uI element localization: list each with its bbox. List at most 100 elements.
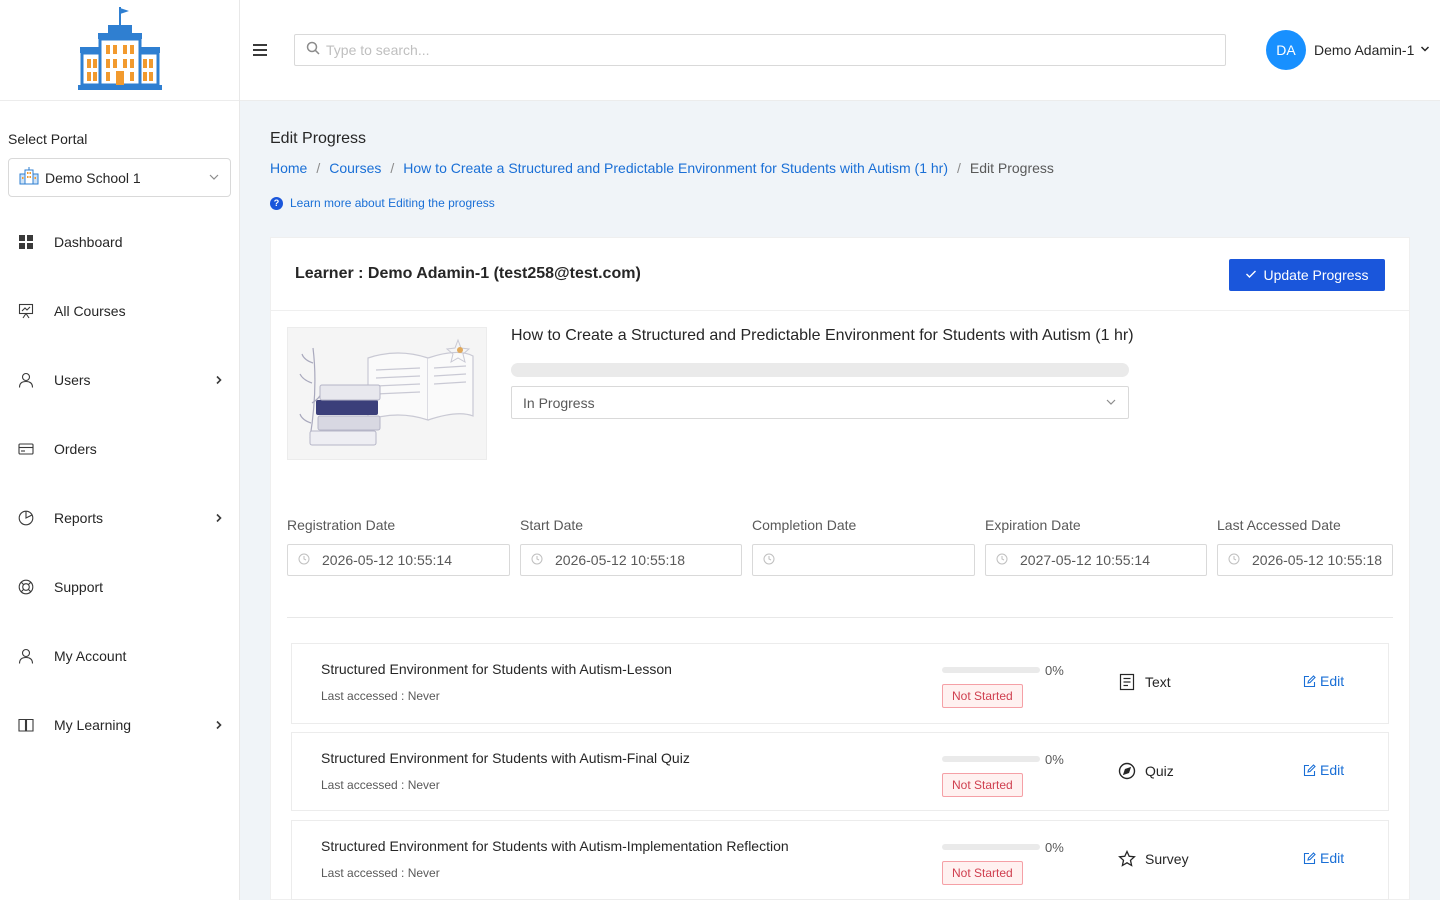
compass-icon [1118, 762, 1136, 780]
sidebar-item-users[interactable]: Users [0, 345, 240, 414]
item-progress-bar [942, 756, 1040, 762]
registration-date-input[interactable]: 2026-05-12 10:55:14 [287, 544, 510, 576]
avatar[interactable]: DA [1266, 30, 1306, 70]
question-circle-icon: ? [270, 196, 283, 210]
course-title: How to Create a Structured and Predictab… [511, 327, 1134, 344]
clock-icon [996, 552, 1008, 568]
user-menu[interactable]: DA Demo Adamin-1 [1266, 30, 1430, 70]
item-title: Structured Environment for Students with… [321, 750, 690, 766]
status-badge: Not Started [942, 773, 1023, 797]
pie-chart-icon [18, 510, 34, 526]
edit-icon [1303, 674, 1316, 688]
portal-label: Select Portal [8, 131, 88, 147]
sidebar-item-reports[interactable]: Reports [0, 483, 240, 552]
item-title: Structured Environment for Students with… [321, 661, 672, 677]
sidebar-item-support[interactable]: Support [0, 552, 240, 621]
portal-select[interactable]: Demo School 1 [8, 158, 231, 197]
school-icon [19, 167, 39, 188]
expiration-date-input[interactable]: 2027-05-12 10:55:14 [985, 544, 1207, 576]
divider [287, 617, 1393, 618]
chevron-down-icon [1105, 395, 1117, 411]
learn-more-link[interactable]: ? Learn more about Editing the progress [270, 196, 495, 210]
search-icon [306, 41, 320, 60]
chevron-right-icon [214, 717, 224, 733]
sidebar-item-my-account[interactable]: My Account [0, 621, 240, 690]
course-item-row: Structured Environment for Students with… [291, 732, 1389, 811]
item-type-label: Survey [1145, 851, 1189, 867]
edit-label[interactable]: Edit [1320, 850, 1344, 866]
presentation-icon [18, 303, 34, 319]
sidebar: Select Portal Demo School 1 Dashboard Al… [0, 0, 240, 900]
breadcrumb-separator: / [316, 160, 321, 176]
item-type-label: Text [1145, 674, 1171, 690]
update-progress-label: Update Progress [1263, 267, 1369, 283]
update-progress-button[interactable]: Update Progress [1229, 259, 1385, 291]
credit-card-icon [18, 441, 34, 457]
item-type-label: Quiz [1145, 763, 1174, 779]
chevron-down-icon [208, 170, 220, 186]
last-accessed-date-input[interactable]: 2026-05-12 10:55:18 [1217, 544, 1393, 576]
lifebuoy-icon [18, 579, 34, 595]
item-type: Quiz [1118, 762, 1174, 780]
item-type: Text [1118, 673, 1171, 691]
chevron-down-icon[interactable] [1420, 41, 1430, 59]
chevron-right-icon [214, 372, 224, 388]
clock-icon [298, 552, 310, 568]
page-title: Edit Progress [270, 130, 367, 147]
clock-icon [1228, 552, 1240, 568]
sidebar-item-label: My Learning [54, 716, 132, 733]
date-value: 2026-05-12 10:55:18 [1252, 552, 1382, 568]
school-building-icon[interactable] [76, 5, 164, 96]
date-label: Start Date [520, 517, 584, 533]
star-icon [1118, 850, 1136, 868]
sidebar-nav: Dashboard All Courses Users Orders Repor… [0, 207, 240, 759]
item-type: Survey [1118, 850, 1189, 868]
sidebar-item-dashboard[interactable]: Dashboard [0, 207, 240, 276]
date-value: 2026-05-12 10:55:14 [322, 552, 452, 568]
date-label: Registration Date [287, 517, 396, 533]
edit-button[interactable]: Edit [1303, 673, 1344, 689]
document-icon [1118, 673, 1136, 691]
dashboard-grid-icon [18, 234, 34, 250]
book-icon [18, 717, 34, 733]
sidebar-item-label: All Courses [54, 302, 126, 319]
breadcrumb-home-link[interactable]: Home [270, 160, 307, 176]
breadcrumb-courses-link[interactable]: Courses [329, 160, 381, 176]
course-thumbnail [287, 327, 487, 460]
item-last-accessed: Last accessed : Never [321, 778, 440, 792]
edit-button[interactable]: Edit [1303, 850, 1344, 866]
chevron-right-icon [214, 510, 224, 526]
search-input[interactable] [326, 42, 1206, 58]
item-progress-percent: 0% [1045, 752, 1064, 767]
date-label: Last Accessed Date [1217, 517, 1341, 533]
search-box[interactable] [294, 34, 1226, 66]
start-date-input[interactable]: 2026-05-12 10:55:18 [520, 544, 742, 576]
edit-icon [1303, 763, 1316, 777]
learn-more-text[interactable]: Learn more about Editing the progress [290, 196, 495, 210]
course-item-row: Structured Environment for Students with… [291, 820, 1389, 900]
course-status-select[interactable]: In Progress [511, 386, 1129, 419]
sidebar-item-my-learning[interactable]: My Learning [0, 690, 240, 759]
item-last-accessed: Last accessed : Never [321, 866, 440, 880]
item-progress-bar [942, 844, 1040, 850]
breadcrumb-course-link[interactable]: How to Create a Structured and Predictab… [403, 160, 948, 176]
edit-button[interactable]: Edit [1303, 762, 1344, 778]
expiration-date-field: Expiration Date 2027-05-12 10:55:14 [985, 517, 1207, 576]
edit-label[interactable]: Edit [1320, 673, 1344, 689]
sidebar-item-all-courses[interactable]: All Courses [0, 276, 240, 345]
user-name[interactable]: Demo Adamin-1 [1314, 42, 1414, 58]
date-value: 2027-05-12 10:55:14 [1020, 552, 1150, 568]
item-progress-percent: 0% [1045, 840, 1064, 855]
clock-icon [531, 552, 543, 568]
sidebar-item-label: Orders [54, 440, 97, 457]
sidebar-item-orders[interactable]: Orders [0, 414, 240, 483]
start-date-field: Start Date 2026-05-12 10:55:18 [520, 517, 742, 576]
learner-info: Learner : Demo Adamin-1 (test258@test.co… [295, 265, 641, 282]
completion-date-field: Completion Date [752, 517, 975, 576]
completion-date-input[interactable] [752, 544, 975, 576]
hamburger-menu-icon[interactable] [252, 42, 268, 58]
edit-label[interactable]: Edit [1320, 762, 1344, 778]
last-accessed-date-field: Last Accessed Date 2026-05-12 10:55:18 [1217, 517, 1393, 576]
user-icon [18, 648, 34, 664]
date-value: 2026-05-12 10:55:18 [555, 552, 685, 568]
